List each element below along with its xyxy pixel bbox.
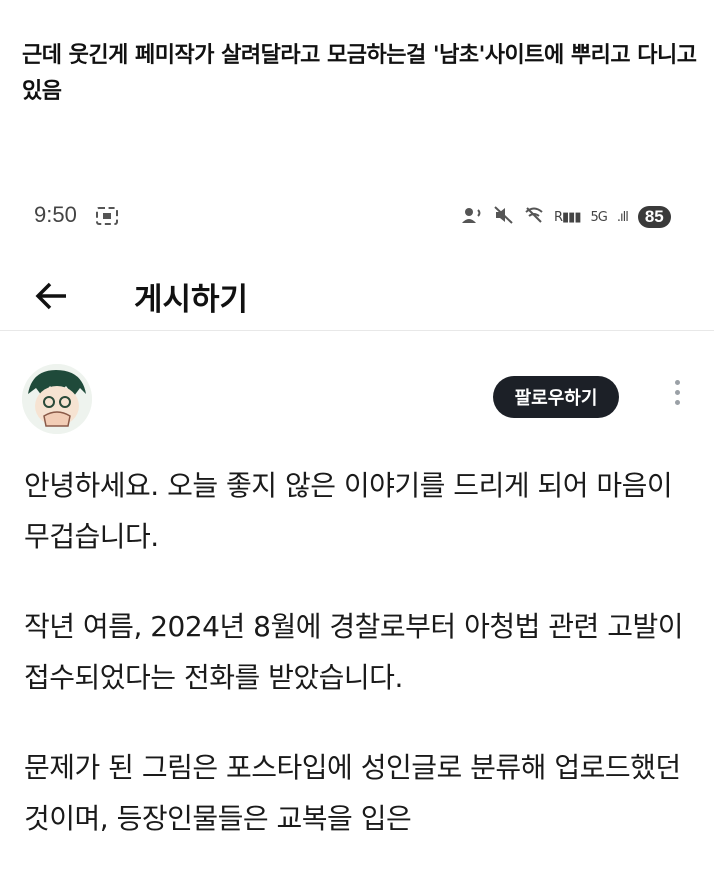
status-bar: 9:50 R▮▮▮ 5G .ıll 85 (0, 190, 714, 246)
post-body: 안녕하세요. 오늘 좋지 않은 이야기를 드리게 되어 마음이 무겁습니다. 작… (24, 460, 684, 883)
more-options-icon[interactable] (670, 380, 684, 414)
follow-button[interactable]: 팔로우하기 (493, 376, 619, 418)
back-arrow-icon[interactable] (34, 278, 70, 314)
app-bar: 게시하기 (0, 260, 714, 331)
wifi-off-icon (524, 206, 544, 228)
avatar[interactable] (22, 364, 92, 434)
post-paragraph: 작년 여름, 2024년 8월에 경찰로부터 아청법 관련 고발이 접수되었다는… (24, 610, 683, 694)
mute-icon (494, 206, 514, 228)
phone-screenshot: 9:50 R▮▮▮ 5G .ıll 85 게시하기 팔로우하기 안녕하세요. 오… (0, 190, 714, 835)
post-paragraph: 안녕하세요. 오늘 좋지 않은 이야기를 드리게 되어 마음이 무겁습니다. (24, 469, 673, 553)
post-header: 팔로우하기 (0, 362, 714, 442)
signal-bars-icon: .ıll (616, 209, 629, 225)
screen-record-icon (96, 207, 118, 225)
battery-badge: 85 (637, 206, 671, 228)
post-paragraph: 문제가 된 그림은 포스타입에 성인글로 분류해 업로드했던 것이며, 등장인물… (24, 751, 681, 835)
network-type-label: 5G (590, 209, 608, 225)
page-title: 게시하기 (134, 282, 249, 318)
person-sound-icon (462, 206, 484, 228)
system-icons: R▮▮▮ 5G .ıll 85 (462, 204, 671, 230)
status-time: 9:50 (34, 202, 77, 227)
caption-text: 근데 웃긴게 페미작가 살려달라고 모금하는걸 '남초'사이트에 뿌리고 다니고… (22, 43, 697, 104)
signal-r-icon: R▮▮▮ (554, 209, 581, 225)
